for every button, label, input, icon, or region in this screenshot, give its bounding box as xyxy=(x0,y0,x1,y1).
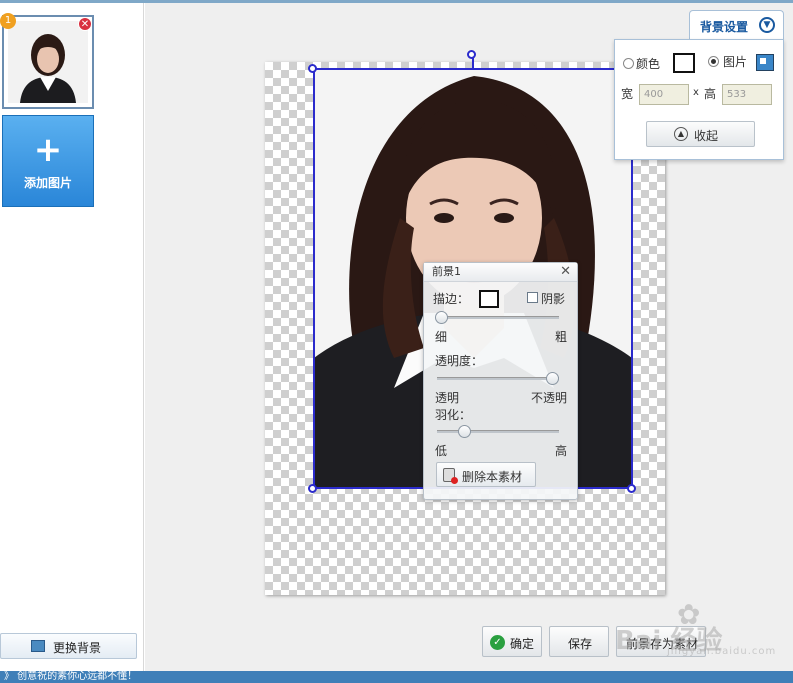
opacity-slider-track[interactable] xyxy=(437,377,559,380)
thumbnail-index-badge: 1 xyxy=(0,13,16,29)
change-background-label: 更换背景 xyxy=(53,641,102,655)
shadow-label: 阴影 xyxy=(541,292,566,306)
collapse-button[interactable]: ▲ 收起 xyxy=(646,121,755,147)
delete-material-button[interactable]: 删除本素材 xyxy=(436,462,536,487)
rotate-handle-stem xyxy=(472,58,474,69)
resize-handle-top-left[interactable] xyxy=(308,64,317,73)
feather-max-label: 高 xyxy=(555,444,568,458)
shadow-checkbox[interactable] xyxy=(527,292,538,303)
foreground-settings-panel: 前景1 ✕ 描边： 阴影 细 粗 透明度： 透明 不透明 羽化： 低 高 删除本… xyxy=(423,262,578,500)
check-icon: ✓ xyxy=(490,635,505,650)
confirm-button[interactable]: ✓ 确定 xyxy=(482,626,542,657)
feather-label: 羽化： xyxy=(435,408,472,422)
stroke-min-label: 细 xyxy=(435,330,448,344)
background-image-picker-icon[interactable] xyxy=(756,54,774,71)
chevron-up-icon: ▲ xyxy=(674,127,688,141)
width-input[interactable] xyxy=(639,84,689,105)
color-radio[interactable] xyxy=(623,58,634,69)
collapse-label: 收起 xyxy=(694,129,719,143)
add-image-button[interactable]: + 添加图片 xyxy=(2,115,94,207)
change-background-button[interactable]: 更换背景 xyxy=(0,633,137,659)
background-settings-label: 背景设置 xyxy=(700,20,749,34)
opacity-label: 透明度： xyxy=(435,354,484,368)
times-label: x xyxy=(693,87,699,98)
trash-icon xyxy=(443,468,458,484)
stroke-color-swatch[interactable] xyxy=(479,290,499,308)
stroke-width-slider-knob[interactable] xyxy=(435,311,448,324)
background-color-swatch[interactable] xyxy=(673,53,695,73)
status-bar: 》 创意祝的素你心远都不懂！ xyxy=(0,671,793,683)
plus-icon: + xyxy=(33,130,63,170)
watermark: ✿ Bai 经验 jingyan.baidu.com xyxy=(615,598,775,668)
stroke-label: 描边： xyxy=(433,292,470,306)
confirm-label: 确定 xyxy=(510,637,535,651)
feather-slider-track[interactable] xyxy=(437,430,559,433)
width-label: 宽 xyxy=(621,87,634,101)
rotate-handle[interactable] xyxy=(467,50,476,59)
foreground-panel-title: 前景1 xyxy=(432,265,461,278)
feather-slider-knob[interactable] xyxy=(458,425,472,438)
close-icon[interactable]: ✕ xyxy=(560,263,571,281)
color-label: 颜色 xyxy=(636,57,661,71)
resize-handle-bottom-right[interactable] xyxy=(627,484,636,493)
panel-title-bar[interactable]: 前景1 ✕ xyxy=(424,263,577,282)
resize-handle-bottom-left[interactable] xyxy=(308,484,317,493)
watermark-subtext: jingyan.baidu.com xyxy=(667,646,777,657)
add-image-label: 添加图片 xyxy=(23,176,72,190)
status-text: 》 创意祝的素你心远都不懂！ xyxy=(4,671,138,682)
background-settings-tab[interactable]: 背景设置 ▼ xyxy=(689,10,784,40)
remove-thumbnail-icon[interactable]: ✕ xyxy=(78,17,92,31)
height-label: 高 xyxy=(704,87,717,101)
left-panel: 1 ✕ + 添加图片 更换背景 xyxy=(0,3,144,671)
save-button[interactable]: 保存 xyxy=(549,626,609,657)
height-input[interactable] xyxy=(722,84,772,105)
delete-material-label: 删除本素材 xyxy=(462,470,523,484)
stroke-max-label: 粗 xyxy=(555,330,568,344)
image-radio[interactable] xyxy=(708,56,719,67)
opacity-max-label: 不透明 xyxy=(531,391,568,405)
opacity-min-label: 透明 xyxy=(435,391,460,405)
background-settings-panel: 颜色 图片 宽 x 高 ▲ 收起 xyxy=(614,39,784,160)
photo-thumbnail[interactable]: 1 ✕ xyxy=(0,13,94,109)
stroke-width-slider-track[interactable] xyxy=(437,316,559,319)
thumbnail-image xyxy=(8,21,88,103)
feather-min-label: 低 xyxy=(435,444,448,458)
chevron-down-icon[interactable]: ▼ xyxy=(759,17,775,33)
image-label: 图片 xyxy=(723,55,748,69)
opacity-slider-knob[interactable] xyxy=(546,372,560,385)
save-label: 保存 xyxy=(568,637,593,651)
background-image-icon xyxy=(31,640,45,652)
